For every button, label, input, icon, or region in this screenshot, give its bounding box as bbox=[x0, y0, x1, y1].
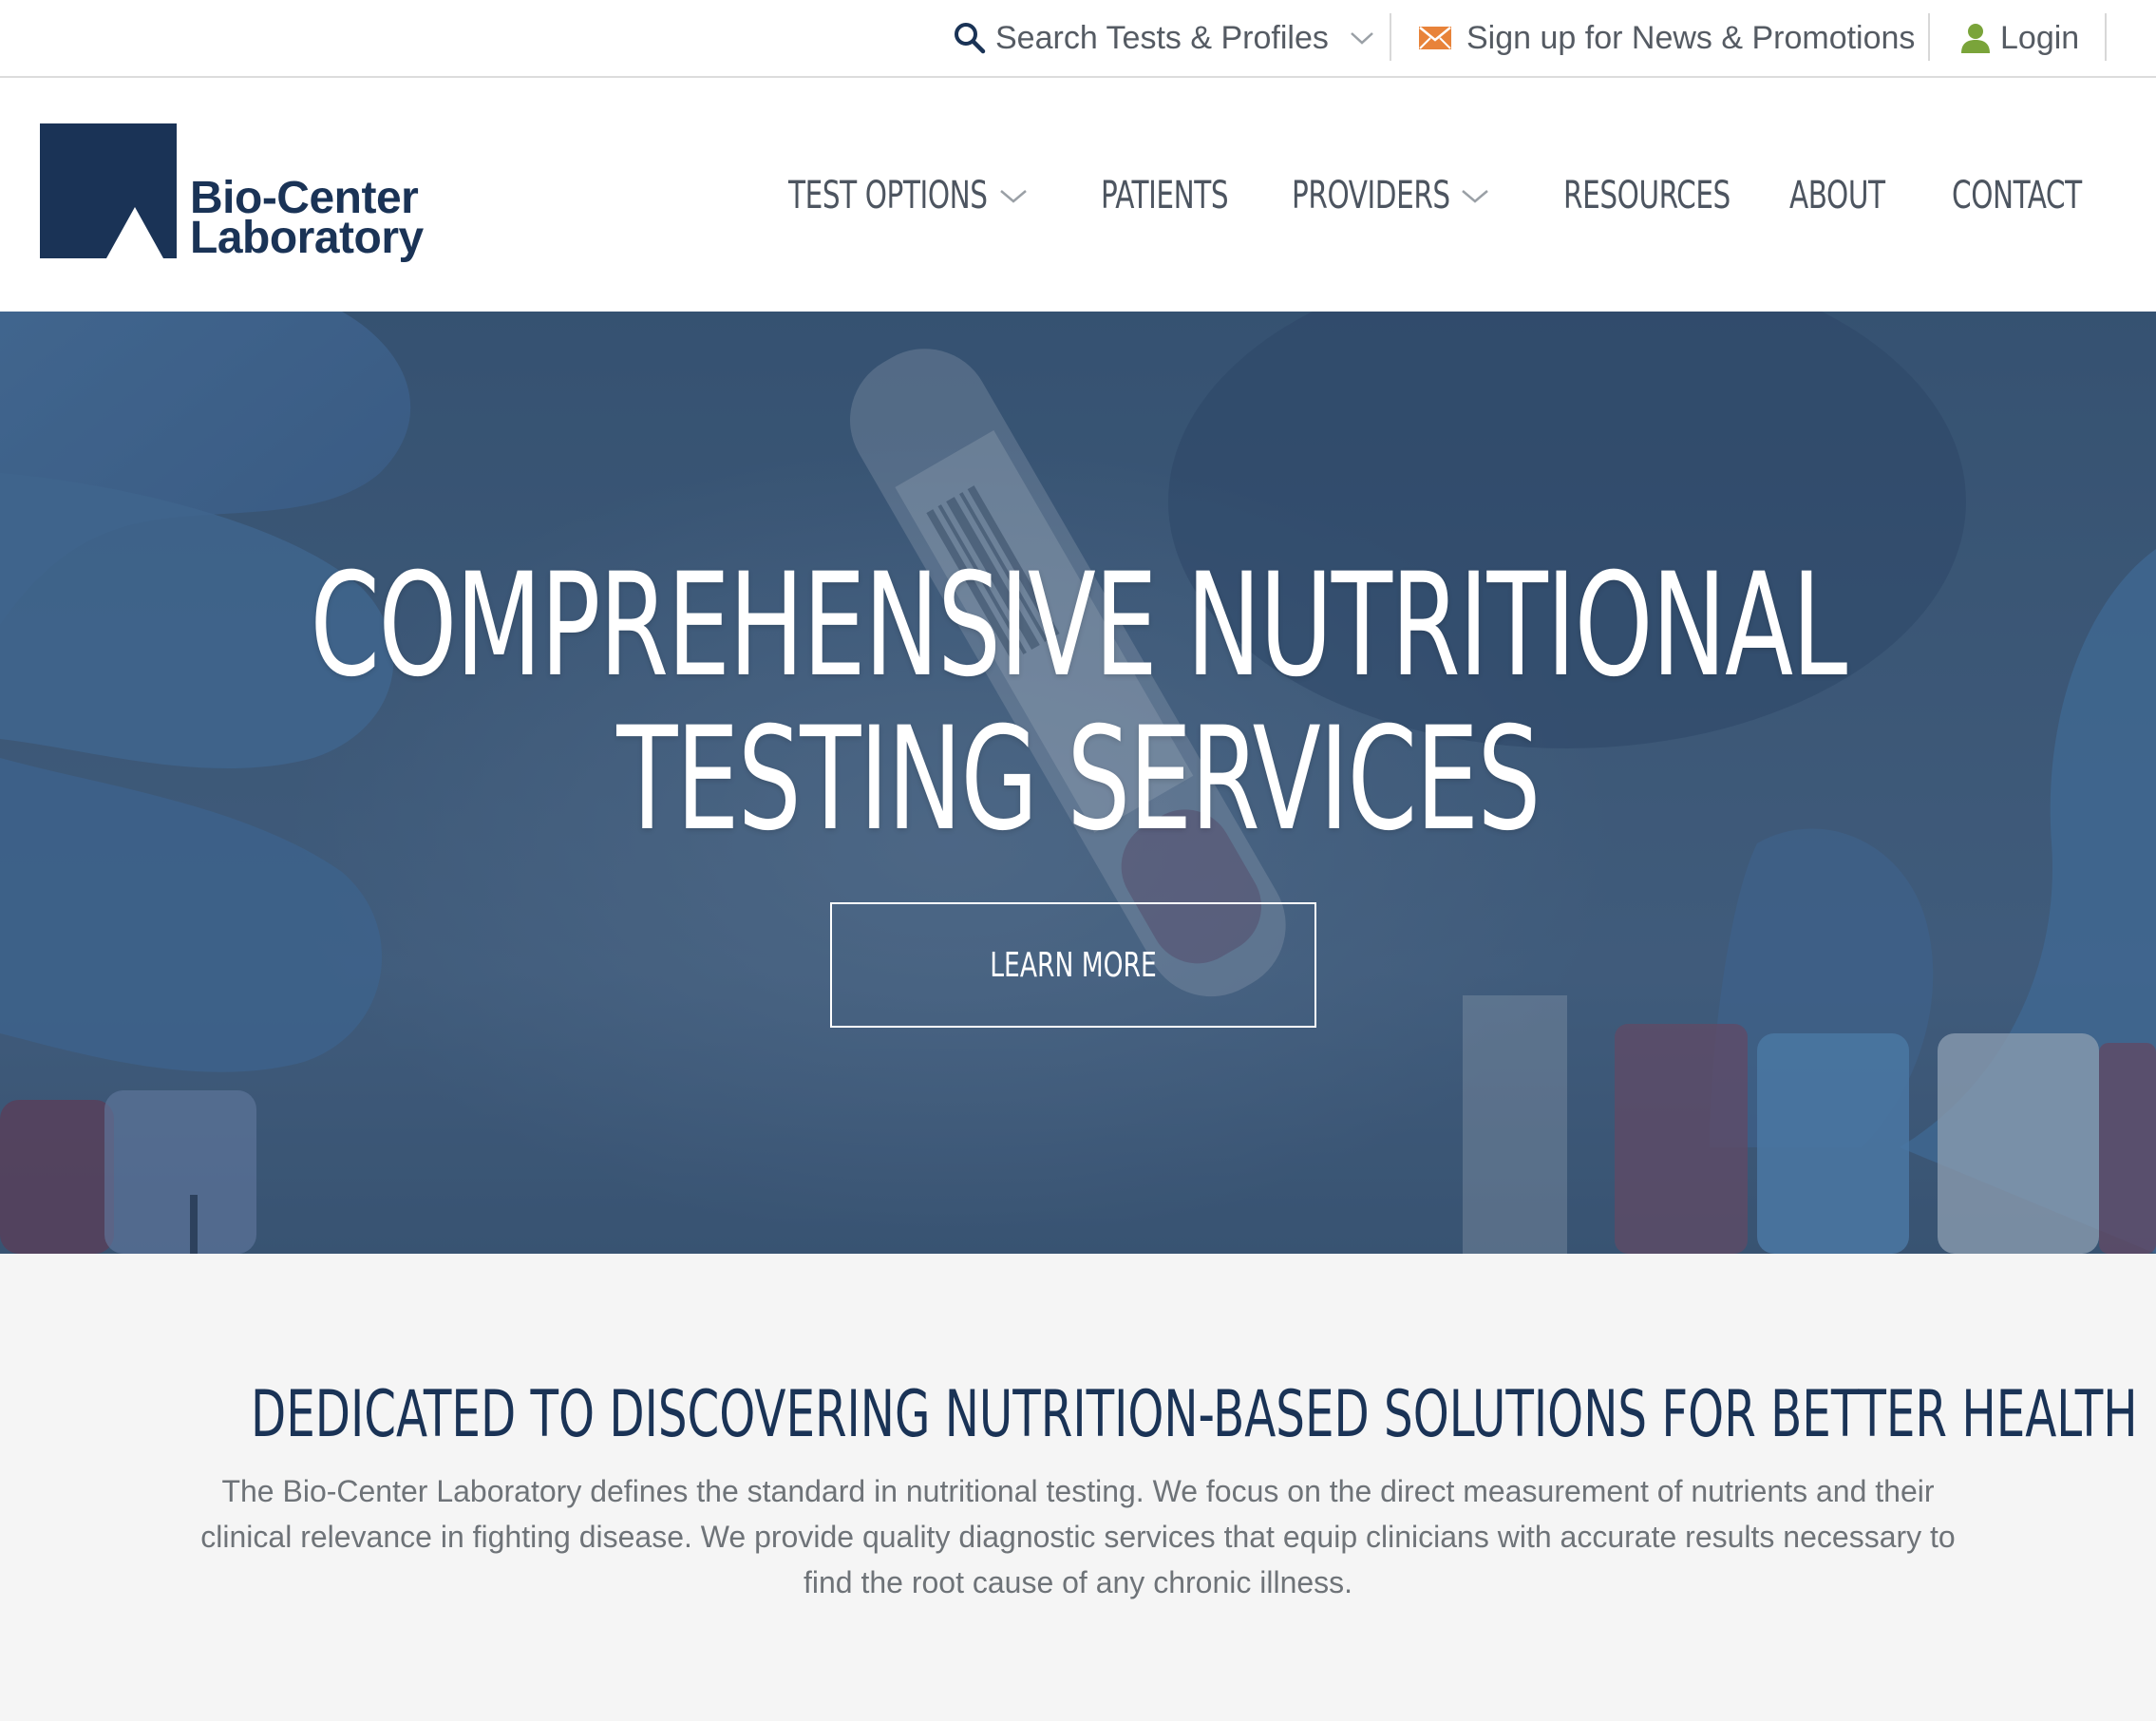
main-navigation: TEST OPTIONS PATIENTS PROVIDERS RESOURCE… bbox=[0, 78, 2156, 312]
utility-divider bbox=[2105, 13, 2107, 61]
nav-test-options-label: TEST OPTIONS bbox=[788, 174, 988, 217]
newsletter-signup-link[interactable]: Sign up for News & Promotions bbox=[1419, 0, 1915, 76]
nav-about-label: ABOUT bbox=[1789, 174, 1885, 217]
nav-contact[interactable]: CONTACT bbox=[1952, 169, 2110, 222]
hero-title: COMPREHENSIVE NUTRITIONAL TESTING SERVIC… bbox=[0, 549, 2156, 857]
intro-heading: DEDICATED TO DISCOVERING NUTRITION-BASED… bbox=[0, 1377, 2156, 1453]
nav-providers-label: PROVIDERS bbox=[1292, 174, 1450, 217]
hero-banner: COMPREHENSIVE NUTRITIONAL TESTING SERVIC… bbox=[0, 312, 2156, 1254]
hero-title-line-1: COMPREHENSIVE NUTRITIONAL bbox=[310, 543, 1847, 709]
nav-resources-label: RESOURCES bbox=[1563, 174, 1730, 217]
login-label: Login bbox=[2000, 19, 2080, 56]
login-link[interactable]: Login bbox=[1960, 0, 2079, 76]
utility-bar: Search Tests & Profiles Sign up for News… bbox=[0, 0, 2156, 78]
utility-divider bbox=[1390, 13, 1391, 61]
hero-title-line-2: TESTING SERVICES bbox=[616, 697, 1541, 862]
nav-patients[interactable]: PATIENTS bbox=[1101, 169, 1257, 222]
learn-more-label: LEARN MORE bbox=[990, 945, 1157, 985]
envelope-icon bbox=[1419, 27, 1451, 49]
nav-patients-label: PATIENTS bbox=[1101, 174, 1229, 217]
intro-heading-text: DEDICATED TO DISCOVERING NUTRITION-BASED… bbox=[251, 1377, 2138, 1452]
nav-about[interactable]: ABOUT bbox=[1789, 169, 1906, 222]
user-icon bbox=[1960, 23, 1991, 53]
nav-contact-label: CONTACT bbox=[1952, 174, 2082, 217]
search-tests-label: Search Tests & Profiles bbox=[995, 19, 1329, 56]
chevron-down-icon bbox=[999, 188, 1028, 205]
search-icon bbox=[954, 22, 986, 54]
search-tests-dropdown[interactable]: Search Tests & Profiles bbox=[954, 0, 1374, 76]
intro-paragraph: The Bio-Center Laboratory defines the st… bbox=[200, 1474, 1956, 1599]
utility-divider bbox=[1928, 13, 1930, 61]
site-header: Bio-Center Laboratory TEST OPTIONS PATIE… bbox=[0, 78, 2156, 312]
intro-section: DEDICATED TO DISCOVERING NUTRITION-BASED… bbox=[0, 1254, 2156, 1721]
learn-more-button[interactable]: LEARN MORE bbox=[830, 902, 1316, 1028]
newsletter-signup-label: Sign up for News & Promotions bbox=[1466, 19, 1916, 56]
nav-test-options[interactable]: TEST OPTIONS bbox=[788, 169, 1031, 222]
nav-providers[interactable]: PROVIDERS bbox=[1292, 169, 1488, 222]
chevron-down-icon bbox=[1350, 30, 1374, 46]
nav-resources[interactable]: RESOURCES bbox=[1563, 169, 1767, 222]
chevron-down-icon bbox=[1461, 188, 1489, 205]
